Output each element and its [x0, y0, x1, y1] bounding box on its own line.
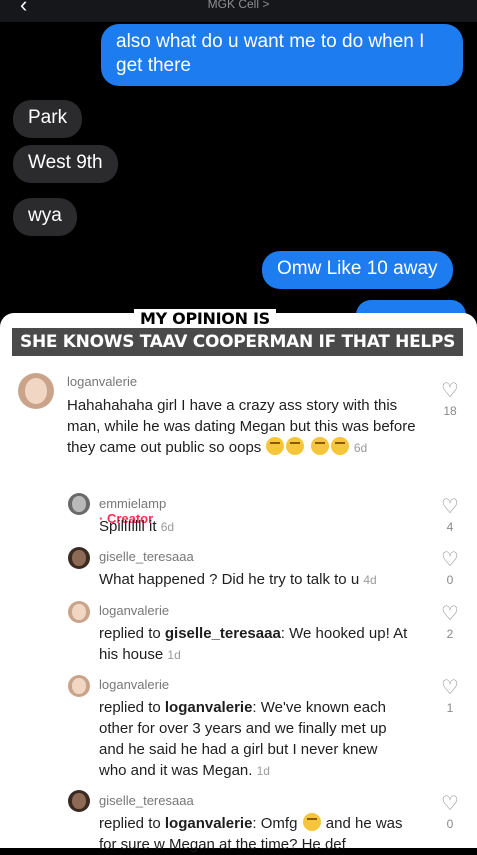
comment-age: 1d [256, 764, 270, 778]
comment-username[interactable]: loganvalerie [99, 603, 169, 618]
caption-line-1: MY OPINION IS [134, 309, 276, 329]
comment-age: 6d [160, 520, 175, 534]
like-button[interactable]: ♡ 1 [435, 678, 465, 715]
comment-username[interactable]: giselle_teresaaa [99, 549, 194, 564]
comments-panel: × loganvalerie Hahahahaha girl I have a … [0, 313, 477, 853]
comment-age: 4d [363, 573, 377, 587]
username-text[interactable]: emmielamp [99, 496, 166, 511]
comment-text: SpillIllll it 6d [99, 516, 419, 538]
flushed-emoji-icon [302, 813, 321, 831]
avatar[interactable] [68, 675, 90, 697]
reply-prefix: replied to [99, 815, 165, 832]
comment-text: Hahahahaha girl I have a crazy ass story… [67, 395, 417, 459]
reply-prefix: replied to [99, 625, 165, 642]
comment-age: 1d [167, 648, 181, 662]
caption-line-2: SHE KNOWS TAAV COOPERMAN IF THAT HELPS [12, 328, 464, 356]
contact-name[interactable]: MGK Cell > [0, 0, 477, 11]
heart-outline-icon[interactable]: ♡ [435, 604, 465, 624]
message-header: ‹ MGK Cell > [0, 0, 477, 22]
heart-outline-icon[interactable]: ♡ [435, 381, 465, 401]
avatar[interactable] [18, 373, 54, 409]
like-button[interactable]: ♡ 18 [435, 381, 465, 418]
message-bubble-incoming: West 9th [13, 145, 118, 183]
comment-body: What happened ? Did he try to talk to u [99, 571, 360, 588]
comment-username[interactable]: loganvalerie [67, 374, 137, 389]
like-count: 4 [446, 520, 454, 534]
message-bubble-outgoing: Omw Like 10 away [262, 251, 453, 289]
flushed-emoji-icon [330, 437, 349, 455]
reply-prefix: replied to [99, 699, 165, 716]
message-thread: ‹ MGK Cell > also what do u want me to d… [0, 0, 477, 330]
reply-mention[interactable]: giselle_teresaaa [165, 625, 281, 642]
heart-outline-icon[interactable]: ♡ [435, 794, 465, 814]
flushed-emoji-icon [310, 437, 329, 455]
like-count: 0 [446, 573, 454, 587]
heart-outline-icon[interactable]: ♡ [435, 497, 465, 517]
like-count: 0 [446, 817, 454, 831]
like-button[interactable]: ♡ 0 [435, 794, 465, 831]
like-count: 18 [443, 404, 457, 418]
comment-body: SpillIllll it [99, 518, 157, 535]
message-bubble-incoming: wya [13, 198, 77, 236]
comment-text: replied to loganvalerie: We've known eac… [99, 697, 409, 782]
comment-username[interactable]: loganvalerie [99, 677, 169, 692]
flushed-emoji-icon [286, 437, 305, 455]
comment-text: What happened ? Did he try to talk to u … [99, 569, 419, 591]
comment-age: 6d [353, 441, 368, 455]
avatar[interactable] [68, 601, 90, 623]
like-count: 1 [446, 701, 454, 715]
message-bubble-incoming: Park [13, 100, 83, 138]
like-button[interactable]: ♡ 4 [435, 497, 465, 534]
like-button[interactable]: ♡ 2 [435, 604, 465, 641]
message-bubble-outgoing: also what do u want me to do when I get … [101, 24, 463, 86]
avatar[interactable] [68, 493, 90, 515]
heart-outline-icon[interactable]: ♡ [435, 550, 465, 570]
like-button[interactable]: ♡ 0 [435, 550, 465, 587]
reply-mention[interactable]: loganvalerie [165, 699, 253, 716]
reply-mention[interactable]: loganvalerie [165, 815, 253, 832]
like-count: 2 [446, 627, 454, 641]
flushed-emoji-icon [266, 437, 285, 455]
heart-outline-icon[interactable]: ♡ [435, 678, 465, 698]
comment-username[interactable]: giselle_teresaaa [99, 793, 194, 808]
comment-text: replied to giselle_teresaaa: We hooked u… [99, 623, 429, 666]
comment-text: replied to loganvalerie: Omfg and he was… [99, 813, 419, 855]
comment-body: : Omfg [252, 815, 298, 832]
avatar[interactable] [68, 547, 90, 569]
avatar[interactable] [68, 790, 90, 812]
